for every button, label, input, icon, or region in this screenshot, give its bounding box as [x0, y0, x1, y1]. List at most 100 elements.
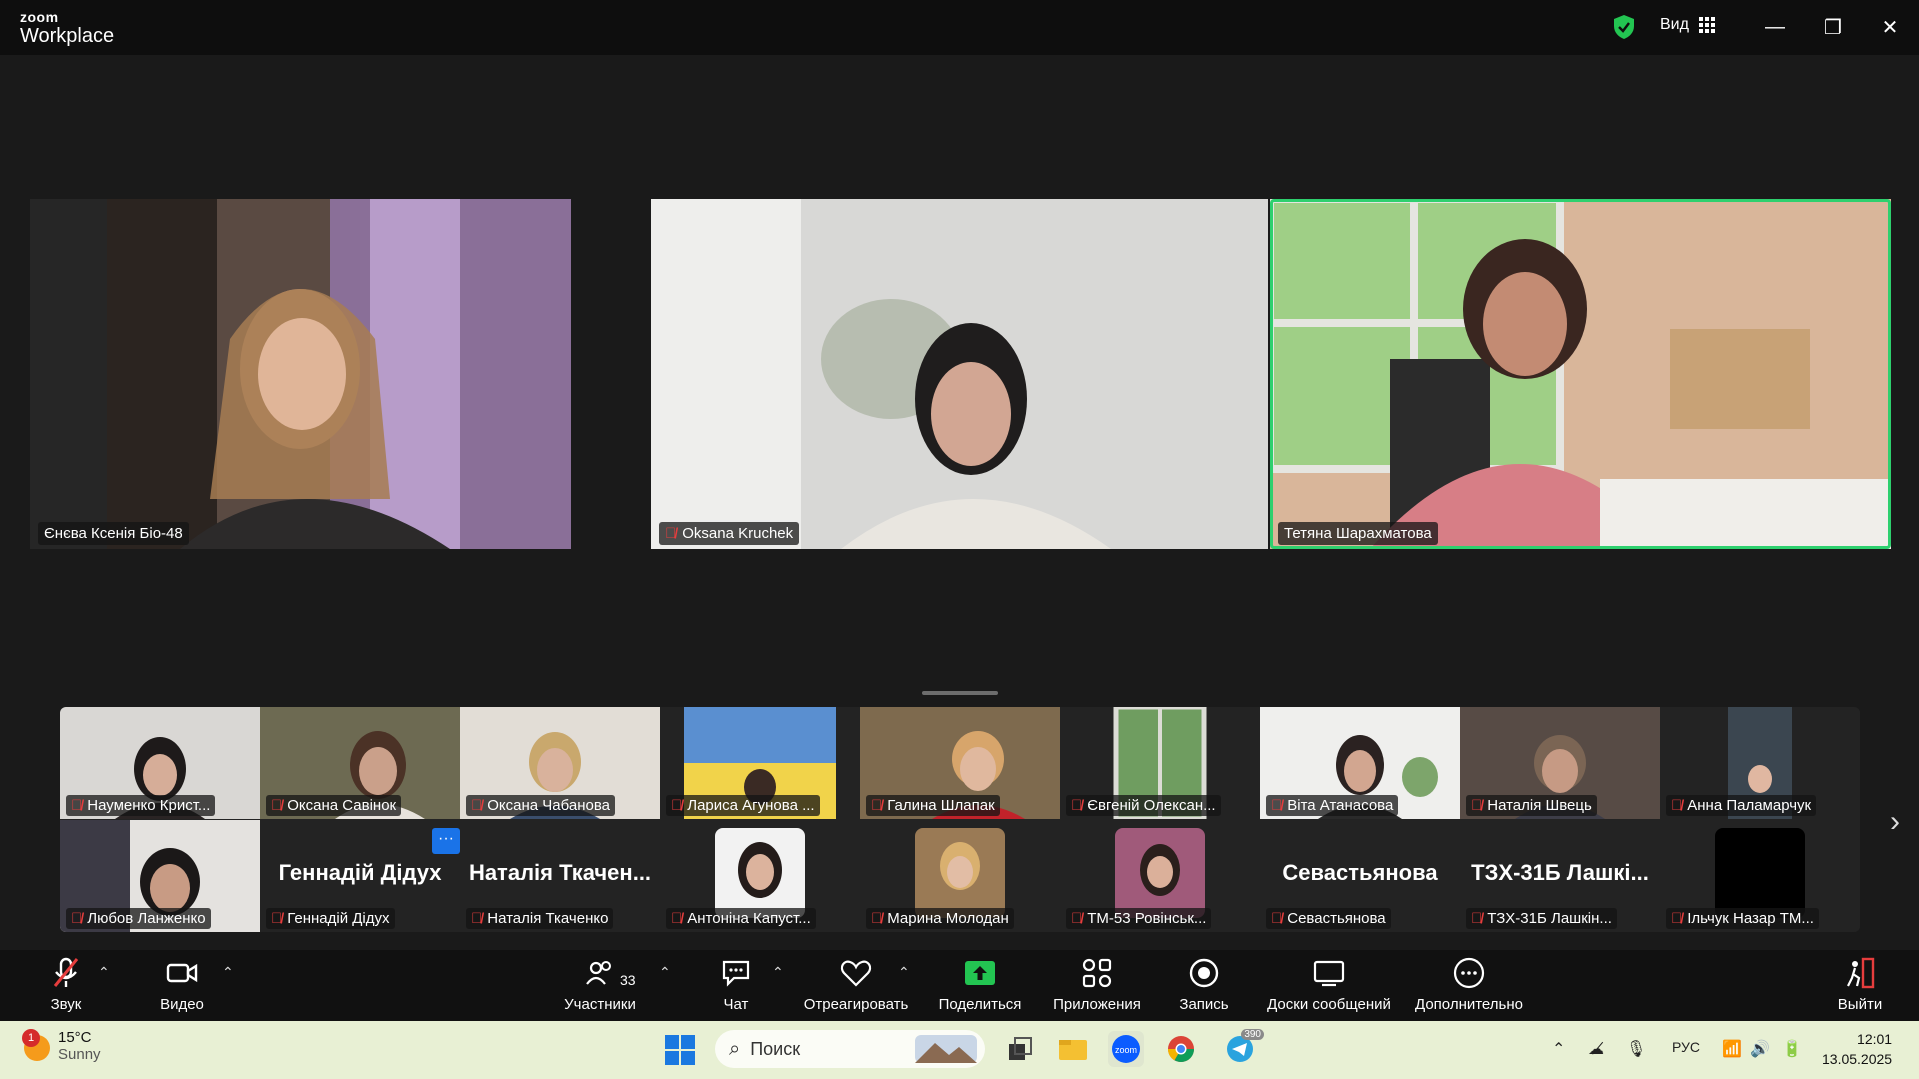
chat-label: Чат: [723, 996, 749, 1013]
more-button[interactable]: Дополнительно: [1410, 956, 1528, 1013]
participant-video: [651, 199, 1268, 549]
restore-button[interactable]: ❐: [1818, 12, 1848, 42]
participant-tile[interactable]: 🎙̸ Оксана Савінок: [260, 707, 460, 819]
participant-name-label: 🎙̸ Оксана Савінок: [266, 795, 402, 816]
audio-button[interactable]: Звук: [44, 956, 88, 1013]
participant-display-name: Севастьянова: [1282, 860, 1438, 885]
notification-badge: 1: [22, 1029, 40, 1047]
react-button[interactable]: Отреагировать: [800, 956, 912, 1013]
participants-options-caret[interactable]: ⌃: [659, 964, 671, 981]
taskbar-search[interactable]: ⌕ Поиск: [715, 1030, 985, 1068]
chat-icon: [716, 956, 756, 992]
participant-tile[interactable]: 🎙̸ Анна Паламарчук: [1660, 707, 1860, 819]
participant-tile[interactable]: 🎙̸ Євгеній Олексан...: [1060, 707, 1260, 819]
chat-options-caret[interactable]: ⌃: [772, 964, 784, 981]
muted-mic-icon: 🎙̸: [1671, 797, 1683, 814]
participant-video: [1270, 199, 1891, 549]
next-page-arrow[interactable]: ›: [1890, 805, 1900, 839]
security-shield-icon[interactable]: [1612, 14, 1636, 40]
chevron-up-icon: ⌃: [772, 964, 784, 980]
participant-display-name: Геннадій Дідух: [278, 860, 442, 885]
react-label: Отреагировать: [803, 996, 909, 1013]
volume-icon[interactable]: 🔊: [1750, 1039, 1770, 1059]
close-button[interactable]: ✕: [1875, 12, 1905, 42]
leave-label: Выйти: [1837, 996, 1883, 1013]
wifi-icon[interactable]: 📶: [1722, 1039, 1742, 1059]
participant-tile[interactable]: 🎙̸ Антоніна Капуст...: [660, 820, 860, 932]
more-icon: ···: [438, 830, 454, 847]
participant-tile[interactable]: 🎙̸ Оксана Чабанова: [460, 707, 660, 819]
participant-name-label: 🎙̸ Оксана Чабанова: [466, 795, 615, 816]
participant-tile[interactable]: 🎙̸ Лариса Агунова ...: [660, 707, 860, 819]
video-label: Видео: [160, 996, 204, 1013]
share-label: Поделиться: [938, 996, 1022, 1013]
zoom-app-icon[interactable]: zoom: [1108, 1031, 1144, 1067]
audio-options-caret[interactable]: ⌃: [98, 964, 110, 981]
network-off-icon[interactable]: ☁̸: [1588, 1039, 1604, 1059]
leave-button[interactable]: Выйти: [1834, 956, 1886, 1013]
chrome-icon[interactable]: [1163, 1031, 1199, 1067]
video-options-caret[interactable]: ⌃: [222, 964, 234, 981]
grid-view-icon: [1698, 17, 1715, 33]
share-button[interactable]: Поделиться: [938, 956, 1022, 1013]
video-tile-main-2[interactable]: 🎙̸ Oksana Kruchek: [651, 199, 1268, 549]
restore-icon: ❐: [1824, 16, 1842, 39]
muted-mic-icon: 🎙̸: [1071, 797, 1083, 814]
participant-tile[interactable]: 🎙̸ Галина Шлапак: [860, 707, 1060, 819]
microphone-icon[interactable]: 🎙: [1626, 1039, 1646, 1059]
participant-tile[interactable]: 🎙̸ ТМ-53 Ровінськ...: [1060, 820, 1260, 932]
participant-tile[interactable]: 🎙̸ Віта Атанасова: [1260, 707, 1460, 819]
battery-icon[interactable]: 🔋: [1782, 1039, 1802, 1059]
close-icon: ✕: [1881, 16, 1899, 39]
video-tile-main-1[interactable]: Єнєва Ксенія Біо-48: [30, 199, 571, 549]
meeting-toolbar: Звук ⌃ Видео ⌃ 33 Участники ⌃ Чат ⌃ Отре…: [0, 950, 1919, 1021]
clock-date: 13.05.2025: [1822, 1051, 1893, 1067]
whiteboards-button[interactable]: Доски сообщений: [1262, 956, 1396, 1013]
participants-button[interactable]: 33 Участники: [560, 956, 640, 1013]
participant-name-label: 🎙̸ Анна Паламарчук: [1666, 795, 1817, 816]
weather-desc: Sunny: [58, 1046, 101, 1063]
resize-handle[interactable]: [922, 691, 998, 695]
more-options-button[interactable]: ···: [432, 828, 460, 854]
more-label: Дополнительно: [1415, 996, 1523, 1013]
tray-expand-icon[interactable]: ⌃: [1552, 1039, 1565, 1059]
muted-mic-icon: 🎙̸: [1271, 910, 1283, 927]
participant-tile[interactable]: Геннадій Дідух ··· 🎙̸ Геннадій Дідух: [260, 820, 460, 932]
weather-widget[interactable]: 1 15°C Sunny: [22, 1029, 101, 1063]
windows-start-icon[interactable]: [665, 1035, 695, 1065]
video-button[interactable]: Видео: [158, 956, 206, 1013]
participant-tile[interactable]: 🎙̸ Любов Ланженко: [60, 820, 260, 932]
share-screen-icon: [938, 956, 1022, 992]
telegram-badge: 390: [1241, 1029, 1264, 1040]
participant-tile[interactable]: 🎙̸ Науменко Крист...: [60, 707, 260, 819]
participant-tile[interactable]: ТЗХ-31Б Лашкі... 🎙̸ ТЗХ-31Б Лашкін...: [1460, 820, 1660, 932]
participant-tile[interactable]: Наталія Ткачен... 🎙̸ Наталія Ткаченко: [460, 820, 660, 932]
participant-tile[interactable]: 🎙̸ Марина Молодан: [860, 820, 1060, 932]
apps-label: Приложения: [1053, 996, 1141, 1013]
task-view-icon[interactable]: [1002, 1031, 1038, 1067]
participant-tile[interactable]: 🎙̸ Наталія Швець: [1460, 707, 1660, 819]
muted-mic-icon: 🎙̸: [471, 797, 483, 814]
apps-button[interactable]: Приложения: [1050, 956, 1144, 1013]
chat-button[interactable]: Чат: [716, 956, 756, 1013]
telegram-icon[interactable]: 390: [1222, 1029, 1264, 1067]
participant-tile[interactable]: 🎙̸ Ільчук Назар ТМ...: [1660, 820, 1860, 932]
muted-mic-icon: 🎙̸: [71, 797, 83, 814]
participant-tile[interactable]: Севастьянова 🎙̸ Севастьянова: [1260, 820, 1460, 932]
react-options-caret[interactable]: ⌃: [898, 964, 910, 981]
video-tile-main-3[interactable]: Тетяна Шарахматова: [1270, 199, 1891, 549]
chevron-right-icon: ›: [1890, 805, 1900, 838]
view-button[interactable]: Вид: [1660, 16, 1715, 34]
zoom-logo: zoom Workplace: [20, 10, 114, 46]
participant-video: [30, 199, 571, 549]
whiteboards-label: Доски сообщений: [1267, 996, 1391, 1013]
chevron-up-icon: ⌃: [659, 964, 671, 980]
system-clock[interactable]: 12:01 13.05.2025: [1822, 1029, 1892, 1069]
clock-time: 12:01: [1857, 1031, 1893, 1047]
language-indicator[interactable]: РУС: [1672, 1039, 1700, 1055]
record-button[interactable]: Запись: [1176, 956, 1232, 1013]
more-options-icon: [1410, 956, 1528, 992]
file-explorer-icon[interactable]: [1055, 1031, 1091, 1067]
minimize-button[interactable]: —: [1760, 12, 1790, 42]
participants-label: Участники: [564, 996, 636, 1013]
